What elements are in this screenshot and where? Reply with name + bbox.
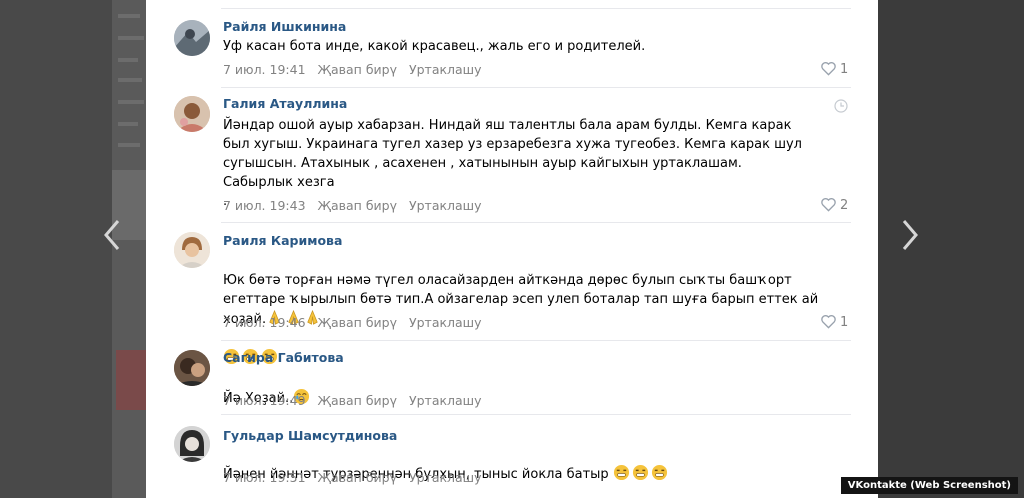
background-text-line [118,36,144,40]
comment-time[interactable]: 7 июл. 19:49 [223,393,306,408]
like-count: 1 [840,315,849,330]
comment-meta: 7 июл. 19:46 Җавап бирү Уртаклашу [223,315,490,330]
heart-icon [821,62,836,76]
separator [221,340,851,341]
reply-button[interactable]: Җавап бирү [318,470,397,485]
share-button[interactable]: Уртаклашу [409,62,482,77]
crying-face-emoji [651,464,667,481]
background-text-line [118,58,138,62]
comment-meta: 7 июл. 19:51 Җавап бирү Уртаклашу [223,470,490,485]
chevron-left-icon [104,220,120,250]
background-post [0,0,146,498]
share-button[interactable]: Уртаклашу [409,470,482,485]
comment-meta: 7 июл. 19:41 Җавап бирү Уртаклашу [223,62,490,77]
comment-author[interactable]: Раиля Каримова [223,233,342,248]
avatar-photo [174,96,210,132]
separator [221,414,851,415]
comment-author[interactable]: Гульдар Шамсутдинова [223,428,397,443]
avatar-photo [174,232,210,268]
image-caption: VKontakte (Web Screenshot) [840,477,1018,494]
comment-text: Уф касан бота инде, какой красавец., жал… [223,39,646,54]
reply-button[interactable]: Җавап бирү [318,62,397,77]
background-text-line [118,122,138,126]
separator [221,222,851,223]
background-photo [116,350,146,410]
avatar[interactable] [174,20,210,56]
comment-author[interactable]: Сагира Габитова [223,350,344,365]
comment-text: Йәндар ошой ауыр хабарзан. Ниндай яш тал… [223,118,802,209]
background-text-line [118,14,140,18]
comment-meta: 7 июл. 19:43 Җавап бирү Уртаклашу [223,198,490,213]
crying-face-emoji [613,464,629,481]
heart-icon [821,198,836,212]
avatar[interactable] [174,96,210,132]
background-text-line [118,143,140,147]
background-text-line [118,78,142,82]
comment-time[interactable]: 7 июл. 19:41 [223,62,306,77]
like-button[interactable]: 1 [820,314,848,330]
next-photo-button[interactable] [898,213,922,257]
comment-meta: 7 июл. 19:49 Җавап бирү Уртаклашу [223,393,490,408]
background-text-line [118,100,144,104]
share-button[interactable]: Уртаклашу [409,315,482,330]
comments-panel: Райля Ишкинина Уф касан бота инде, какой… [146,0,878,498]
share-button[interactable]: Уртаклашу [409,393,482,408]
reply-button[interactable]: Җавап бирү [318,315,397,330]
comment-time[interactable]: 7 июл. 19:51 [223,470,306,485]
crying-face-emoji [632,464,648,481]
avatar[interactable] [174,350,210,386]
like-count: 1 [840,62,849,77]
clock-icon [834,99,848,113]
avatar-photo [174,426,210,462]
comment-author[interactable]: Райля Ишкинина [223,19,346,34]
separator [221,8,851,9]
avatar-photo [174,20,210,56]
comment-time[interactable]: 7 июл. 19:46 [223,315,306,330]
comment-author[interactable]: Галия Атауллина [223,96,347,111]
avatar-photo [174,350,210,386]
share-button[interactable]: Уртаклашу [409,198,482,213]
chevron-right-icon [902,220,918,250]
avatar[interactable] [174,426,210,462]
like-button[interactable]: 1 [820,61,848,77]
reply-button[interactable]: Җавап бирү [318,393,397,408]
prev-photo-button[interactable] [100,213,124,257]
avatar[interactable] [174,232,210,268]
separator [221,87,851,88]
like-button[interactable]: 2 [820,197,848,213]
like-count: 2 [840,198,849,213]
comment-time[interactable]: 7 июл. 19:43 [223,198,306,213]
reply-button[interactable]: Җавап бирү [318,198,397,213]
heart-icon [821,315,836,329]
